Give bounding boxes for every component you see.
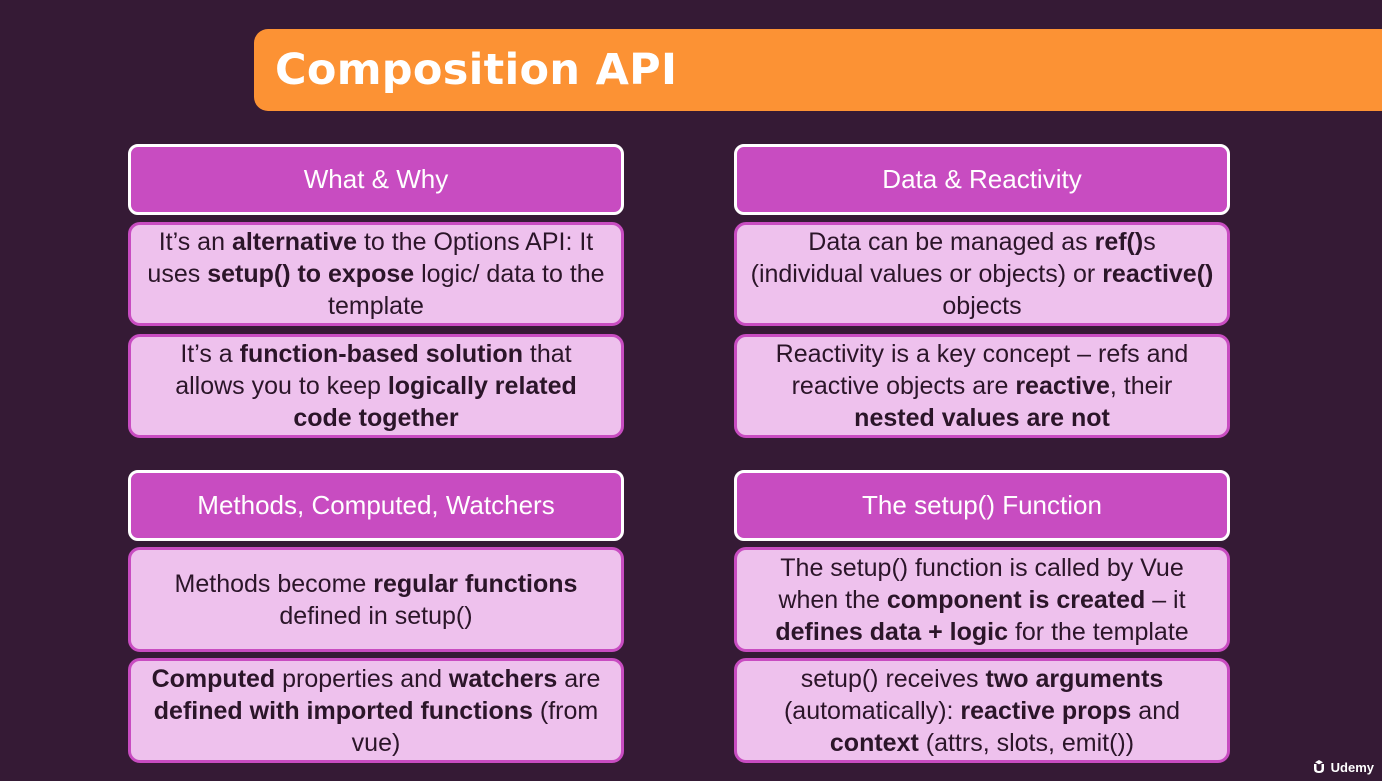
- text: and: [1131, 696, 1181, 725]
- udemy-logo-icon: [1313, 760, 1324, 773]
- bold-text: alternative: [231, 228, 357, 256]
- section-methods-box-1: Methods become regular functions defined…: [128, 547, 624, 652]
- text: setup() receives: [800, 664, 986, 693]
- bold-text: component is created: [886, 585, 1146, 614]
- text: objects: [942, 292, 1022, 320]
- section-what-why-box-2: It’s a function-based solution that allo…: [128, 334, 624, 438]
- text: (automatically):: [783, 696, 961, 725]
- text: for the template: [1008, 617, 1189, 646]
- box-text: setup() receives two arguments (automati…: [749, 663, 1215, 759]
- section-heading-what-why: What & Why: [128, 144, 624, 215]
- section-data-reactivity-box-2: Reactivity is a key concept – refs and r…: [734, 334, 1230, 438]
- bold-text: ref(): [1094, 228, 1144, 256]
- bold-text: watchers: [448, 664, 558, 693]
- bold-text: function-based solution: [239, 340, 523, 368]
- title-bar: Composition API: [254, 29, 1382, 111]
- bold-text: reactive(): [1102, 260, 1214, 288]
- bold-text: defined with imported functions: [153, 696, 533, 725]
- section-heading-methods-computed-watchers: Methods, Computed, Watchers: [128, 470, 624, 541]
- section-setup-box-1: The setup() function is called by Vue wh…: [734, 547, 1230, 652]
- box-text: It’s an alternative to the Options API: …: [143, 226, 609, 322]
- text: (attrs, slots, emit()): [918, 728, 1135, 757]
- bold-text: nested values are not: [854, 404, 1110, 432]
- text: , their: [1109, 372, 1173, 400]
- box-text: Methods become regular functions defined…: [143, 568, 609, 632]
- box-text: It’s a function-based solution that allo…: [143, 338, 609, 434]
- section-methods-box-2: Computed properties and watchers are def…: [128, 658, 624, 763]
- box-text: The setup() function is called by Vue wh…: [749, 552, 1215, 648]
- box-text: Reactivity is a key concept – refs and r…: [749, 338, 1215, 434]
- section-data-reactivity-box-1: Data can be managed as ref()s (individua…: [734, 222, 1230, 326]
- bold-text: regular functions: [373, 569, 578, 598]
- section-heading-data-reactivity: Data & Reactivity: [734, 144, 1230, 215]
- text: properties and: [275, 664, 449, 693]
- box-text: Data can be managed as ref()s (individua…: [749, 226, 1215, 322]
- section-what-why-box-1: It’s an alternative to the Options API: …: [128, 222, 624, 326]
- text: – it: [1145, 585, 1186, 614]
- bold-text: context: [829, 728, 919, 757]
- text: Data can be managed as: [808, 228, 1095, 256]
- text: It’s an: [158, 228, 232, 256]
- text: Methods become: [174, 569, 374, 598]
- text: It’s a: [180, 340, 240, 368]
- bold-text: reactive: [1015, 372, 1110, 400]
- slide-title: Composition API: [275, 45, 678, 95]
- bold-text: reactive props: [960, 696, 1132, 725]
- bold-text: Computed: [151, 664, 276, 693]
- udemy-watermark: Udemy: [1311, 759, 1374, 775]
- text: are: [557, 664, 601, 693]
- bold-text: defines data + logic: [775, 617, 1009, 646]
- udemy-label: Udemy: [1330, 759, 1374, 775]
- box-text: Computed properties and watchers are def…: [143, 663, 609, 759]
- text: defined in setup(): [279, 601, 473, 630]
- section-heading-setup-function: The setup() Function: [734, 470, 1230, 541]
- bold-text: two arguments: [985, 664, 1164, 693]
- section-setup-box-2: setup() receives two arguments (automati…: [734, 658, 1230, 763]
- bold-text: setup() to expose: [207, 260, 415, 288]
